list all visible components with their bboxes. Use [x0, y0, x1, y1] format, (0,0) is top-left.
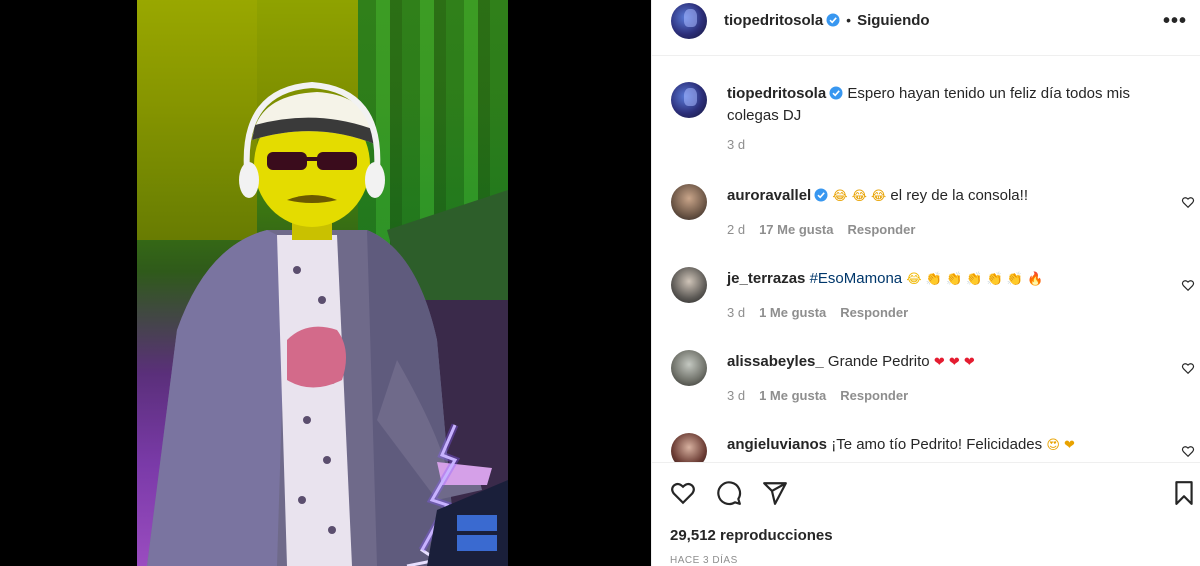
comments-list[interactable]: tiopedritosola Espero hayan tenido un fe… [652, 57, 1200, 462]
comment-meta: 2 d 17 Me gusta Responder [727, 222, 929, 237]
comment-username[interactable]: alissabeyles_ [727, 353, 824, 370]
comment-likes[interactable]: 1 Me gusta [759, 305, 826, 320]
video-player[interactable] [137, 0, 508, 566]
comment-username[interactable]: angieluvianos [727, 436, 827, 453]
follow-status-button[interactable]: Siguiendo [857, 12, 930, 29]
send-icon[interactable] [762, 480, 788, 506]
comment-text: Grande Pedrito [827, 353, 930, 370]
comment-like-heart-icon[interactable] [1181, 278, 1195, 292]
caption-username[interactable]: tiopedritosola [727, 85, 826, 102]
author-avatar[interactable] [671, 3, 707, 39]
caption-avatar[interactable] [671, 82, 707, 118]
caption-time[interactable]: 3 d [727, 137, 745, 152]
bookmark-icon[interactable] [1171, 480, 1197, 506]
comment-emoji: 😂 😂 😂 [832, 189, 887, 204]
verified-badge-icon [826, 13, 840, 27]
more-options-icon[interactable]: ••• [1163, 10, 1187, 33]
action-bar [652, 470, 1200, 516]
comment-like-heart-icon[interactable] [1181, 361, 1195, 375]
comment-time[interactable]: 3 d [727, 388, 745, 403]
comment-meta: 3 d 1 Me gusta Responder [727, 388, 922, 403]
comment-username[interactable]: auroravallel [727, 187, 811, 204]
commenter-avatar[interactable] [671, 433, 707, 462]
comment-likes[interactable]: 17 Me gusta [759, 222, 833, 237]
comment-time[interactable]: 2 d [727, 222, 745, 237]
post-sidebar: tiopedritosola • Siguiendo ••• tiopedritos… [651, 0, 1200, 566]
comment-emoji: 😂 👏 👏 👏 👏 👏 🔥 [906, 272, 1044, 287]
comment-meta: 3 d 1 Me gusta Responder [727, 305, 922, 320]
commenter-avatar[interactable] [671, 350, 707, 386]
post-time: HACE 3 DÍAS [670, 555, 738, 566]
verified-badge-icon [814, 188, 828, 202]
comment-like-heart-icon[interactable] [1181, 195, 1195, 209]
actions-divider [652, 462, 1200, 463]
comment-emoji: ❤ ❤ ❤ [933, 355, 975, 370]
comment-likes[interactable]: 1 Me gusta [759, 388, 826, 403]
post-media[interactable] [0, 0, 651, 566]
comment-like-heart-icon[interactable] [1181, 444, 1195, 458]
comment-text: ¡Te amo tío Pedrito! Felicidades [831, 436, 1043, 453]
video-frame-dj [147, 81, 508, 566]
comment-emoji: 😍 ❤ [1046, 438, 1075, 453]
header-user-line: tiopedritosola • Siguiendo [724, 12, 930, 30]
caption-meta: 3 d [727, 137, 759, 152]
comment-hashtag-link[interactable]: #EsoMamona [810, 270, 903, 287]
reply-button[interactable]: Responder [840, 388, 908, 403]
comment-icon[interactable] [716, 480, 742, 506]
author-username[interactable]: tiopedritosola [724, 12, 823, 29]
comment-text: el rey de la consola!! [890, 187, 1028, 204]
views-count[interactable]: 29,512 reproducciones [670, 527, 833, 544]
reply-button[interactable]: Responder [840, 305, 908, 320]
separator-dot: • [846, 12, 852, 28]
post-header: tiopedritosola • Siguiendo ••• [652, 0, 1200, 56]
comment-time[interactable]: 3 d [727, 305, 745, 320]
heart-icon[interactable] [670, 480, 696, 506]
verified-badge-icon [829, 86, 843, 100]
commenter-avatar[interactable] [671, 184, 707, 220]
commenter-avatar[interactable] [671, 267, 707, 303]
reply-button[interactable]: Responder [848, 222, 916, 237]
comment-username[interactable]: je_terrazas [727, 270, 805, 287]
